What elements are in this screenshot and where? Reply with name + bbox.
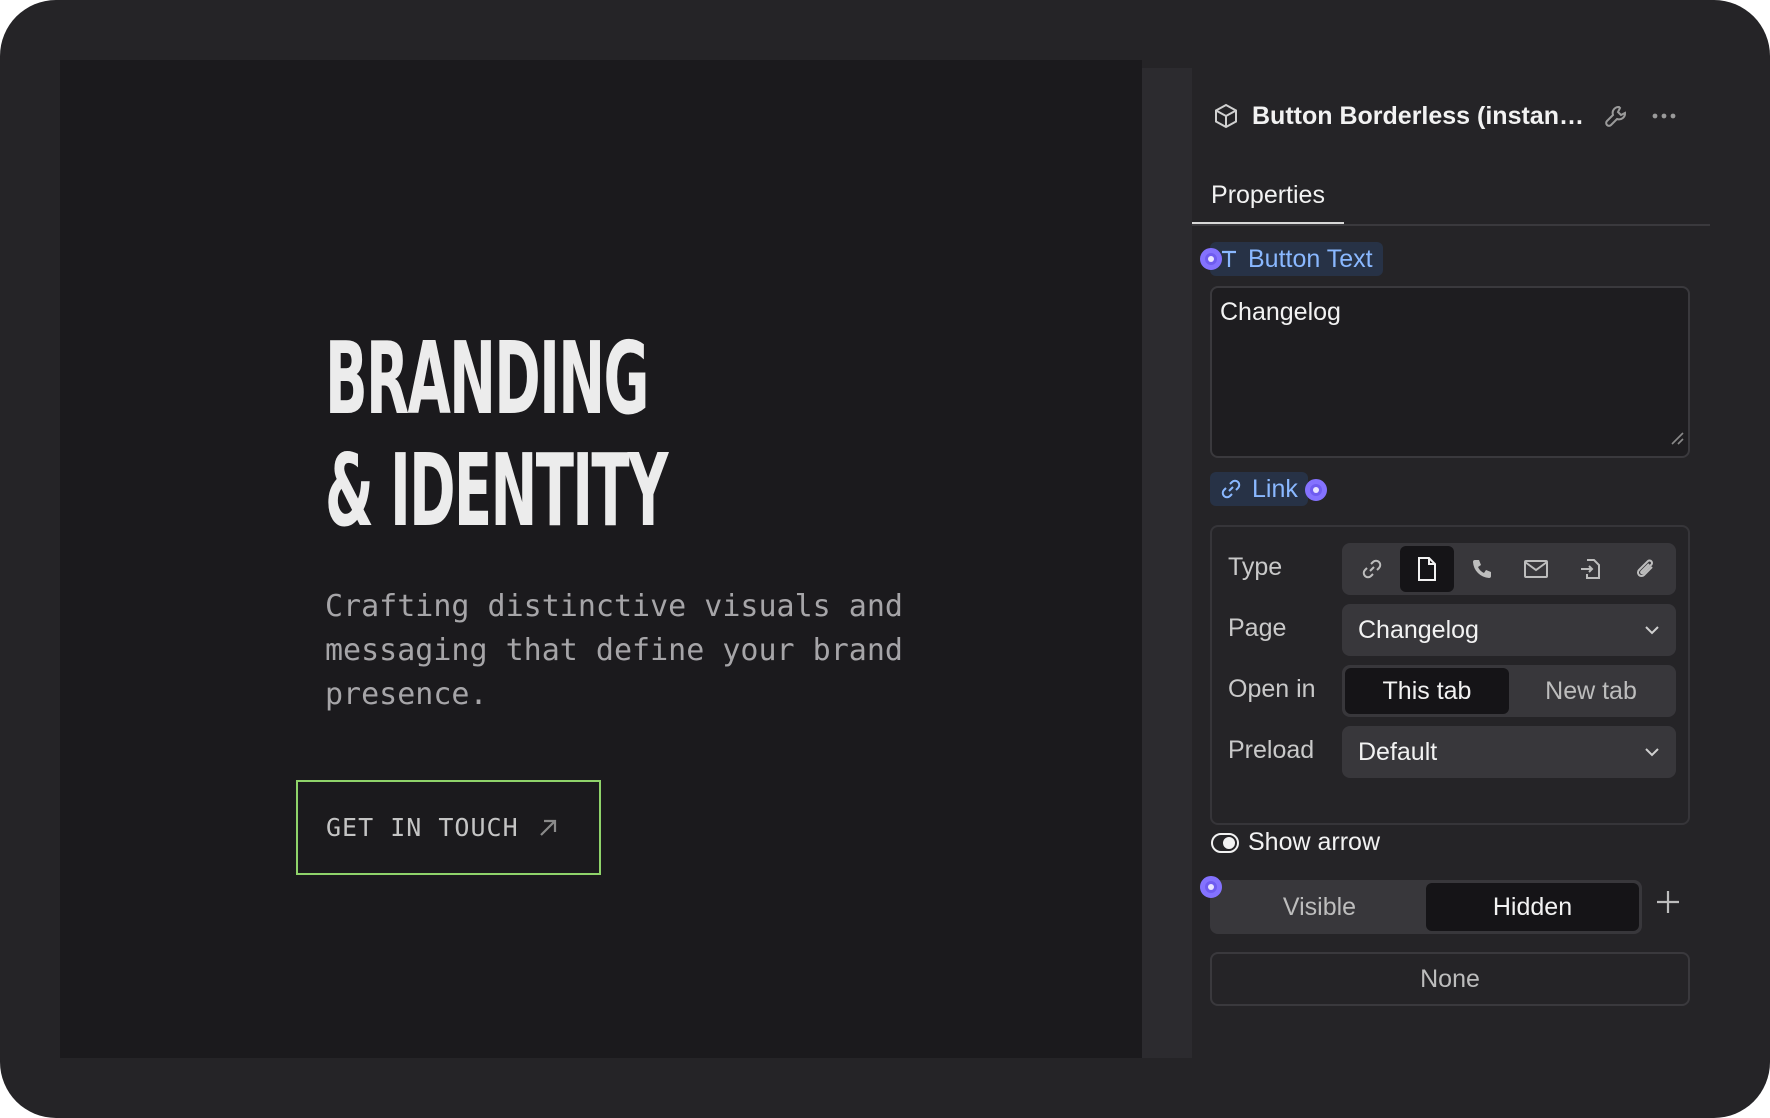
button-text-label[interactable]: Button Text xyxy=(1210,242,1383,276)
type-label: Type xyxy=(1228,553,1283,581)
link-icon xyxy=(1220,478,1242,500)
page-select[interactable]: Changelog xyxy=(1342,604,1676,656)
resize-handle-icon[interactable] xyxy=(1670,423,1684,452)
toggle-icon xyxy=(1210,832,1240,854)
tab-properties[interactable]: Properties xyxy=(1192,168,1344,224)
none-button[interactable]: None xyxy=(1210,952,1690,1006)
page-label: Page xyxy=(1228,614,1287,642)
link-type-mail-icon[interactable] xyxy=(1509,546,1564,592)
panel-tabs: Properties xyxy=(1192,168,1710,226)
button-text-value: Changelog xyxy=(1220,298,1341,326)
hero-title: BRANDING & IDENTITY xyxy=(325,320,668,549)
cta-label: GET IN TOUCH xyxy=(326,813,519,842)
variable-dot-link[interactable] xyxy=(1305,479,1327,501)
open-in-label: Open in xyxy=(1228,675,1316,703)
text-T-icon xyxy=(1220,249,1238,269)
button-text-label-text: Button Text xyxy=(1248,244,1373,273)
component-cube-icon xyxy=(1212,102,1240,130)
wrench-icon[interactable] xyxy=(1598,98,1634,134)
preload-label: Preload xyxy=(1228,736,1315,764)
link-type-attachment-icon[interactable] xyxy=(1618,546,1673,592)
link-label-text: Link xyxy=(1252,474,1298,503)
hero-title-line-1: BRANDING xyxy=(325,320,649,437)
page-select-value: Changelog xyxy=(1358,615,1479,644)
show-arrow-hidden[interactable]: Hidden xyxy=(1426,883,1639,931)
hero-title-line-2: & IDENTITY xyxy=(325,432,668,549)
link-type-phone-icon[interactable] xyxy=(1454,546,1509,592)
chevron-down-icon xyxy=(1644,747,1660,757)
hero-subtitle: Crafting distinctive visuals and messagi… xyxy=(325,589,903,712)
show-arrow-toggle: Visible Hidden xyxy=(1210,880,1642,934)
component-title: Button Borderless (instanc... xyxy=(1252,101,1592,130)
link-type-selector xyxy=(1342,543,1676,595)
show-arrow-label-text: Show arrow xyxy=(1248,828,1380,856)
panel-gutter xyxy=(1142,68,1192,1058)
chevron-down-icon xyxy=(1644,625,1660,635)
variable-dot-button-text[interactable] xyxy=(1200,248,1222,270)
open-in-new-tab[interactable]: New tab xyxy=(1509,668,1673,714)
variable-dot-show-arrow[interactable] xyxy=(1200,876,1222,898)
preview-canvas: BRANDING & IDENTITY Crafting distinctive… xyxy=(60,60,1142,1058)
arrow-up-right-icon xyxy=(537,817,559,839)
get-in-touch-button[interactable]: GET IN TOUCH xyxy=(296,780,601,875)
add-icon[interactable] xyxy=(1654,888,1682,921)
link-settings-box: Type Page Changelog Open in This tab New… xyxy=(1210,525,1690,825)
link-type-url-icon[interactable] xyxy=(1345,546,1400,592)
link-type-file-import-icon[interactable] xyxy=(1564,546,1619,592)
button-text-input[interactable]: Changelog xyxy=(1210,286,1690,458)
preload-select-value: Default xyxy=(1358,737,1438,766)
panel-header: Button Borderless (instanc... xyxy=(1212,96,1690,136)
link-label[interactable]: Link xyxy=(1210,472,1308,506)
show-arrow-visible[interactable]: Visible xyxy=(1213,883,1426,931)
show-arrow-label: Show arrow xyxy=(1210,828,1380,857)
open-in-toggle: This tab New tab xyxy=(1342,665,1676,717)
more-dots-icon[interactable] xyxy=(1646,98,1682,134)
link-type-page-icon[interactable] xyxy=(1399,546,1455,592)
app-frame: BRANDING & IDENTITY Crafting distinctive… xyxy=(0,0,1770,1118)
properties-panel: Button Borderless (instanc... Properties xyxy=(1192,68,1710,1058)
preload-select[interactable]: Default xyxy=(1342,726,1676,778)
open-in-this-tab[interactable]: This tab xyxy=(1345,668,1509,714)
